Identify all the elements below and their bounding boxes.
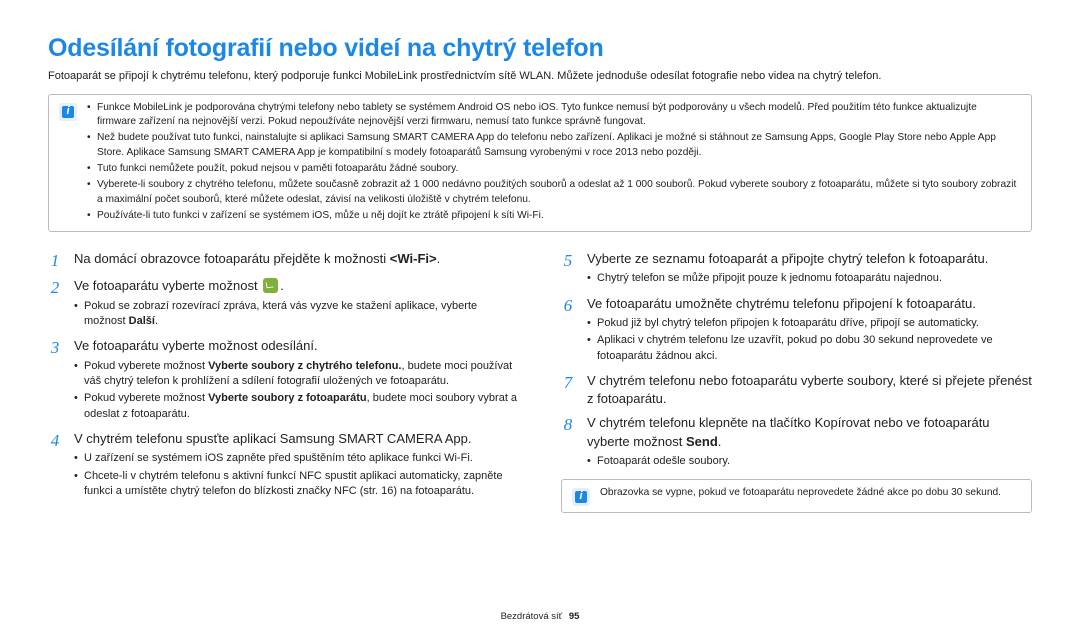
step-text: Na domácí obrazovce fotoaparátu přejděte… bbox=[74, 250, 519, 268]
step-text: Ve fotoaparátu vyberte možnost . bbox=[74, 277, 519, 295]
step-sub-item: Chcete-li v chytrém telefonu s aktivní f… bbox=[74, 469, 519, 500]
note-icon: i bbox=[59, 103, 77, 121]
step-number: 2 bbox=[48, 277, 62, 331]
step-sub-item: U zařízení se systémem iOS zapněte před … bbox=[74, 451, 519, 466]
steps-left-column: 1 Na domácí obrazovce fotoaparátu přejdět… bbox=[48, 250, 519, 513]
step-sub-item: Pokud vyberete možnost Vyberte soubory z… bbox=[74, 359, 519, 390]
manual-page: Odesílání fotografií nebo videí na chytr… bbox=[0, 0, 1080, 630]
step-sub-list: Pokud se zobrazí rozevírací zpráva, kter… bbox=[74, 299, 519, 330]
step-sub-list: Fotoaparát odešle soubory. bbox=[587, 454, 1032, 469]
step-text: V chytrém telefonu klepněte na tlačítko … bbox=[587, 414, 1032, 450]
step-body: Ve fotoaparátu vyberte možnost odesílání… bbox=[74, 337, 519, 424]
page-title: Odesílání fotografií nebo videí na chytr… bbox=[48, 34, 1032, 63]
step-sub-item: Aplikaci v chytrém telefonu lze uzavřít,… bbox=[587, 333, 1032, 364]
page-footer: Bezdrátová síť 95 bbox=[0, 611, 1080, 622]
step-body: Ve fotoaparátu vyberte možnost . Pokud se… bbox=[74, 277, 519, 331]
step-number: 4 bbox=[48, 430, 62, 501]
step-body: V chytrém telefonu klepněte na tlačítko … bbox=[587, 414, 1032, 471]
steps-columns: 1 Na domácí obrazovce fotoaparátu přejdět… bbox=[48, 250, 1032, 513]
step-text: Vyberte ze seznamu fotoaparát a připojte… bbox=[587, 250, 1032, 268]
step-body: Vyberte ze seznamu fotoaparát a připojte… bbox=[587, 250, 1032, 289]
step-text: Ve fotoaparátu umožněte chytrému telefon… bbox=[587, 295, 1032, 313]
info-box-item: Než budete používat tuto funkci, nainsta… bbox=[87, 131, 1017, 160]
step-sub-item: Pokud vyberete možnost Vyberte soubory z… bbox=[74, 391, 519, 422]
step-number: 1 bbox=[48, 250, 62, 271]
steps-right-column: 5 Vyberte ze seznamu fotoaparát a připojt… bbox=[561, 250, 1032, 513]
info-box-item: Tuto funkci nemůžete použít, pokud nejso… bbox=[87, 162, 1017, 176]
step-text: V chytrém telefonu spusťte aplikaci Sams… bbox=[74, 430, 519, 448]
step-body: Ve fotoaparátu umožněte chytrému telefon… bbox=[587, 295, 1032, 366]
step-sub-list: Chytrý telefon se může připojit pouze k … bbox=[587, 271, 1032, 286]
info-box-item: Vyberete-li soubory z chytrého telefonu,… bbox=[87, 178, 1017, 207]
step: 7 V chytrém telefonu nebo fotoaparátu vyb… bbox=[561, 372, 1032, 408]
info-box-item: Funkce MobileLink je podporována chytrým… bbox=[87, 101, 1017, 130]
step: 3 Ve fotoaparátu vyberte možnost odesílán… bbox=[48, 337, 519, 424]
mobilelink-icon bbox=[263, 278, 278, 293]
step-number: 6 bbox=[561, 295, 575, 366]
step-text: Ve fotoaparátu vyberte možnost odesílání… bbox=[74, 337, 519, 355]
step-body: V chytrém telefonu nebo fotoaparátu vybe… bbox=[587, 372, 1032, 408]
step-body: V chytrém telefonu spusťte aplikaci Sams… bbox=[74, 430, 519, 501]
step-sub-item: Pokud již byl chytrý telefon připojen k … bbox=[587, 316, 1032, 331]
step: 1 Na domácí obrazovce fotoaparátu přejdět… bbox=[48, 250, 519, 271]
note-icon: i bbox=[572, 488, 590, 506]
info-box-bottom: i Obrazovka se vypne, pokud ve fotoaparát… bbox=[561, 479, 1032, 513]
step-number: 3 bbox=[48, 337, 62, 424]
info-box-list: Funkce MobileLink je podporována chytrým… bbox=[87, 101, 1017, 225]
info-box-item: Používáte-li tuto funkci v zařízení se s… bbox=[87, 209, 1017, 223]
step: 8 V chytrém telefonu klepněte na tlačítko… bbox=[561, 414, 1032, 471]
step: 6 Ve fotoaparátu umožněte chytrému telefo… bbox=[561, 295, 1032, 366]
step: 5 Vyberte ze seznamu fotoaparát a připojt… bbox=[561, 250, 1032, 289]
step-number: 8 bbox=[561, 414, 575, 471]
step-number: 7 bbox=[561, 372, 575, 408]
step-sub-item: Pokud se zobrazí rozevírací zpráva, kter… bbox=[74, 299, 519, 330]
step-sub-list: Pokud již byl chytrý telefon připojen k … bbox=[587, 316, 1032, 364]
step: 4 V chytrém telefonu spusťte aplikaci Sam… bbox=[48, 430, 519, 501]
intro-paragraph: Fotoaparát se připojí k chytrému telefon… bbox=[48, 69, 1032, 84]
step: 2 Ve fotoaparátu vyberte možnost . Pokud s… bbox=[48, 277, 519, 331]
step-body: Na domácí obrazovce fotoaparátu přejděte… bbox=[74, 250, 519, 271]
footer-section: Bezdrátová síť bbox=[501, 611, 563, 622]
info-box-top: i Funkce MobileLink je podporována chytr… bbox=[48, 94, 1032, 232]
step-text: V chytrém telefonu nebo fotoaparátu vybe… bbox=[587, 372, 1032, 408]
footer-page-number: 95 bbox=[569, 611, 580, 622]
info-box-bottom-text: Obrazovka se vypne, pokud ve fotoaparátu… bbox=[600, 486, 1001, 506]
step-sub-list: Pokud vyberete možnost Vyberte soubory z… bbox=[74, 359, 519, 423]
step-number: 5 bbox=[561, 250, 575, 289]
step-sub-list: U zařízení se systémem iOS zapněte před … bbox=[74, 451, 519, 499]
step-sub-item: Fotoaparát odešle soubory. bbox=[587, 454, 1032, 469]
step-sub-item: Chytrý telefon se může připojit pouze k … bbox=[587, 271, 1032, 286]
